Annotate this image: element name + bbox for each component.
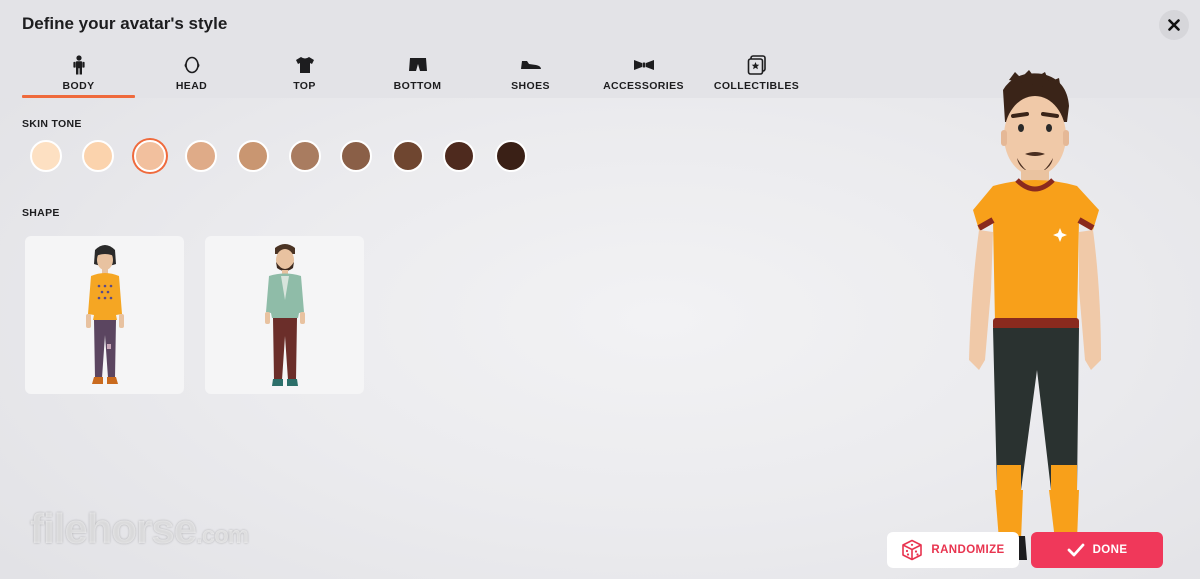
randomize-label: RANDOMIZE: [931, 544, 1005, 556]
close-icon: [1168, 19, 1180, 31]
category-tabs: BODY HEAD TOP BOTTOM SHOES ACCESSORIES C…: [22, 50, 822, 98]
skin-tone-swatch[interactable]: [392, 140, 424, 172]
shirt-icon: [294, 54, 316, 76]
tab-shoes[interactable]: SHOES: [474, 50, 587, 98]
checkmark-icon: [1067, 543, 1085, 557]
watermark-suffix: .com: [196, 522, 249, 549]
shape-option-feminine[interactable]: [25, 236, 184, 394]
skin-tone-swatch[interactable]: [340, 140, 372, 172]
tab-collectibles[interactable]: COLLECTIBLES: [700, 50, 813, 98]
watermark-text: filehorse: [30, 505, 197, 552]
skin-tone-swatch[interactable]: [134, 140, 166, 172]
avatar-3d-figure: [969, 70, 1101, 560]
skin-tone-swatches: [30, 140, 530, 172]
tab-label: TOP: [293, 80, 316, 92]
tab-top[interactable]: TOP: [248, 50, 361, 98]
tab-bottom[interactable]: BOTTOM: [361, 50, 474, 98]
head-icon: [181, 54, 203, 76]
skin-tone-label: SKIN TONE: [22, 118, 82, 130]
person-icon: [68, 54, 90, 76]
randomize-button[interactable]: RANDOMIZE: [887, 532, 1019, 568]
skin-tone-swatch[interactable]: [443, 140, 475, 172]
bowtie-icon: [633, 54, 655, 76]
done-button[interactable]: DONE: [1031, 532, 1163, 568]
dice-icon: [901, 539, 923, 561]
page-title: Define your avatar's style: [22, 14, 228, 33]
close-button[interactable]: [1159, 10, 1189, 40]
shoe-icon: [520, 54, 542, 76]
avatar-preview[interactable]: [955, 70, 1115, 579]
tab-label: HEAD: [175, 80, 208, 92]
shorts-icon: [407, 54, 429, 76]
star-card-icon: [746, 54, 768, 76]
shape-option-masculine[interactable]: [205, 236, 364, 394]
tab-body[interactable]: BODY: [22, 50, 135, 98]
tab-head[interactable]: HEAD: [135, 50, 248, 98]
shape-label: SHAPE: [22, 207, 60, 219]
tab-label: BODY: [62, 80, 95, 92]
skin-tone-swatch[interactable]: [30, 140, 62, 172]
skin-tone-swatch[interactable]: [495, 140, 527, 172]
tab-label: BOTTOM: [393, 80, 442, 92]
tab-accessories[interactable]: ACCESSORIES: [587, 50, 700, 98]
skin-tone-swatch[interactable]: [289, 140, 321, 172]
feminine-avatar-figure: [85, 245, 124, 384]
skin-tone-swatch[interactable]: [82, 140, 114, 172]
tab-label: COLLECTIBLES: [713, 80, 800, 92]
skin-tone-swatch[interactable]: [185, 140, 217, 172]
filehorse-watermark: filehorse.com: [30, 505, 249, 553]
tab-label: SHOES: [511, 80, 550, 92]
masculine-avatar-figure: [264, 244, 305, 386]
done-label: DONE: [1092, 544, 1128, 556]
tab-label: ACCESSORIES: [603, 80, 684, 92]
skin-tone-swatch[interactable]: [237, 140, 269, 172]
